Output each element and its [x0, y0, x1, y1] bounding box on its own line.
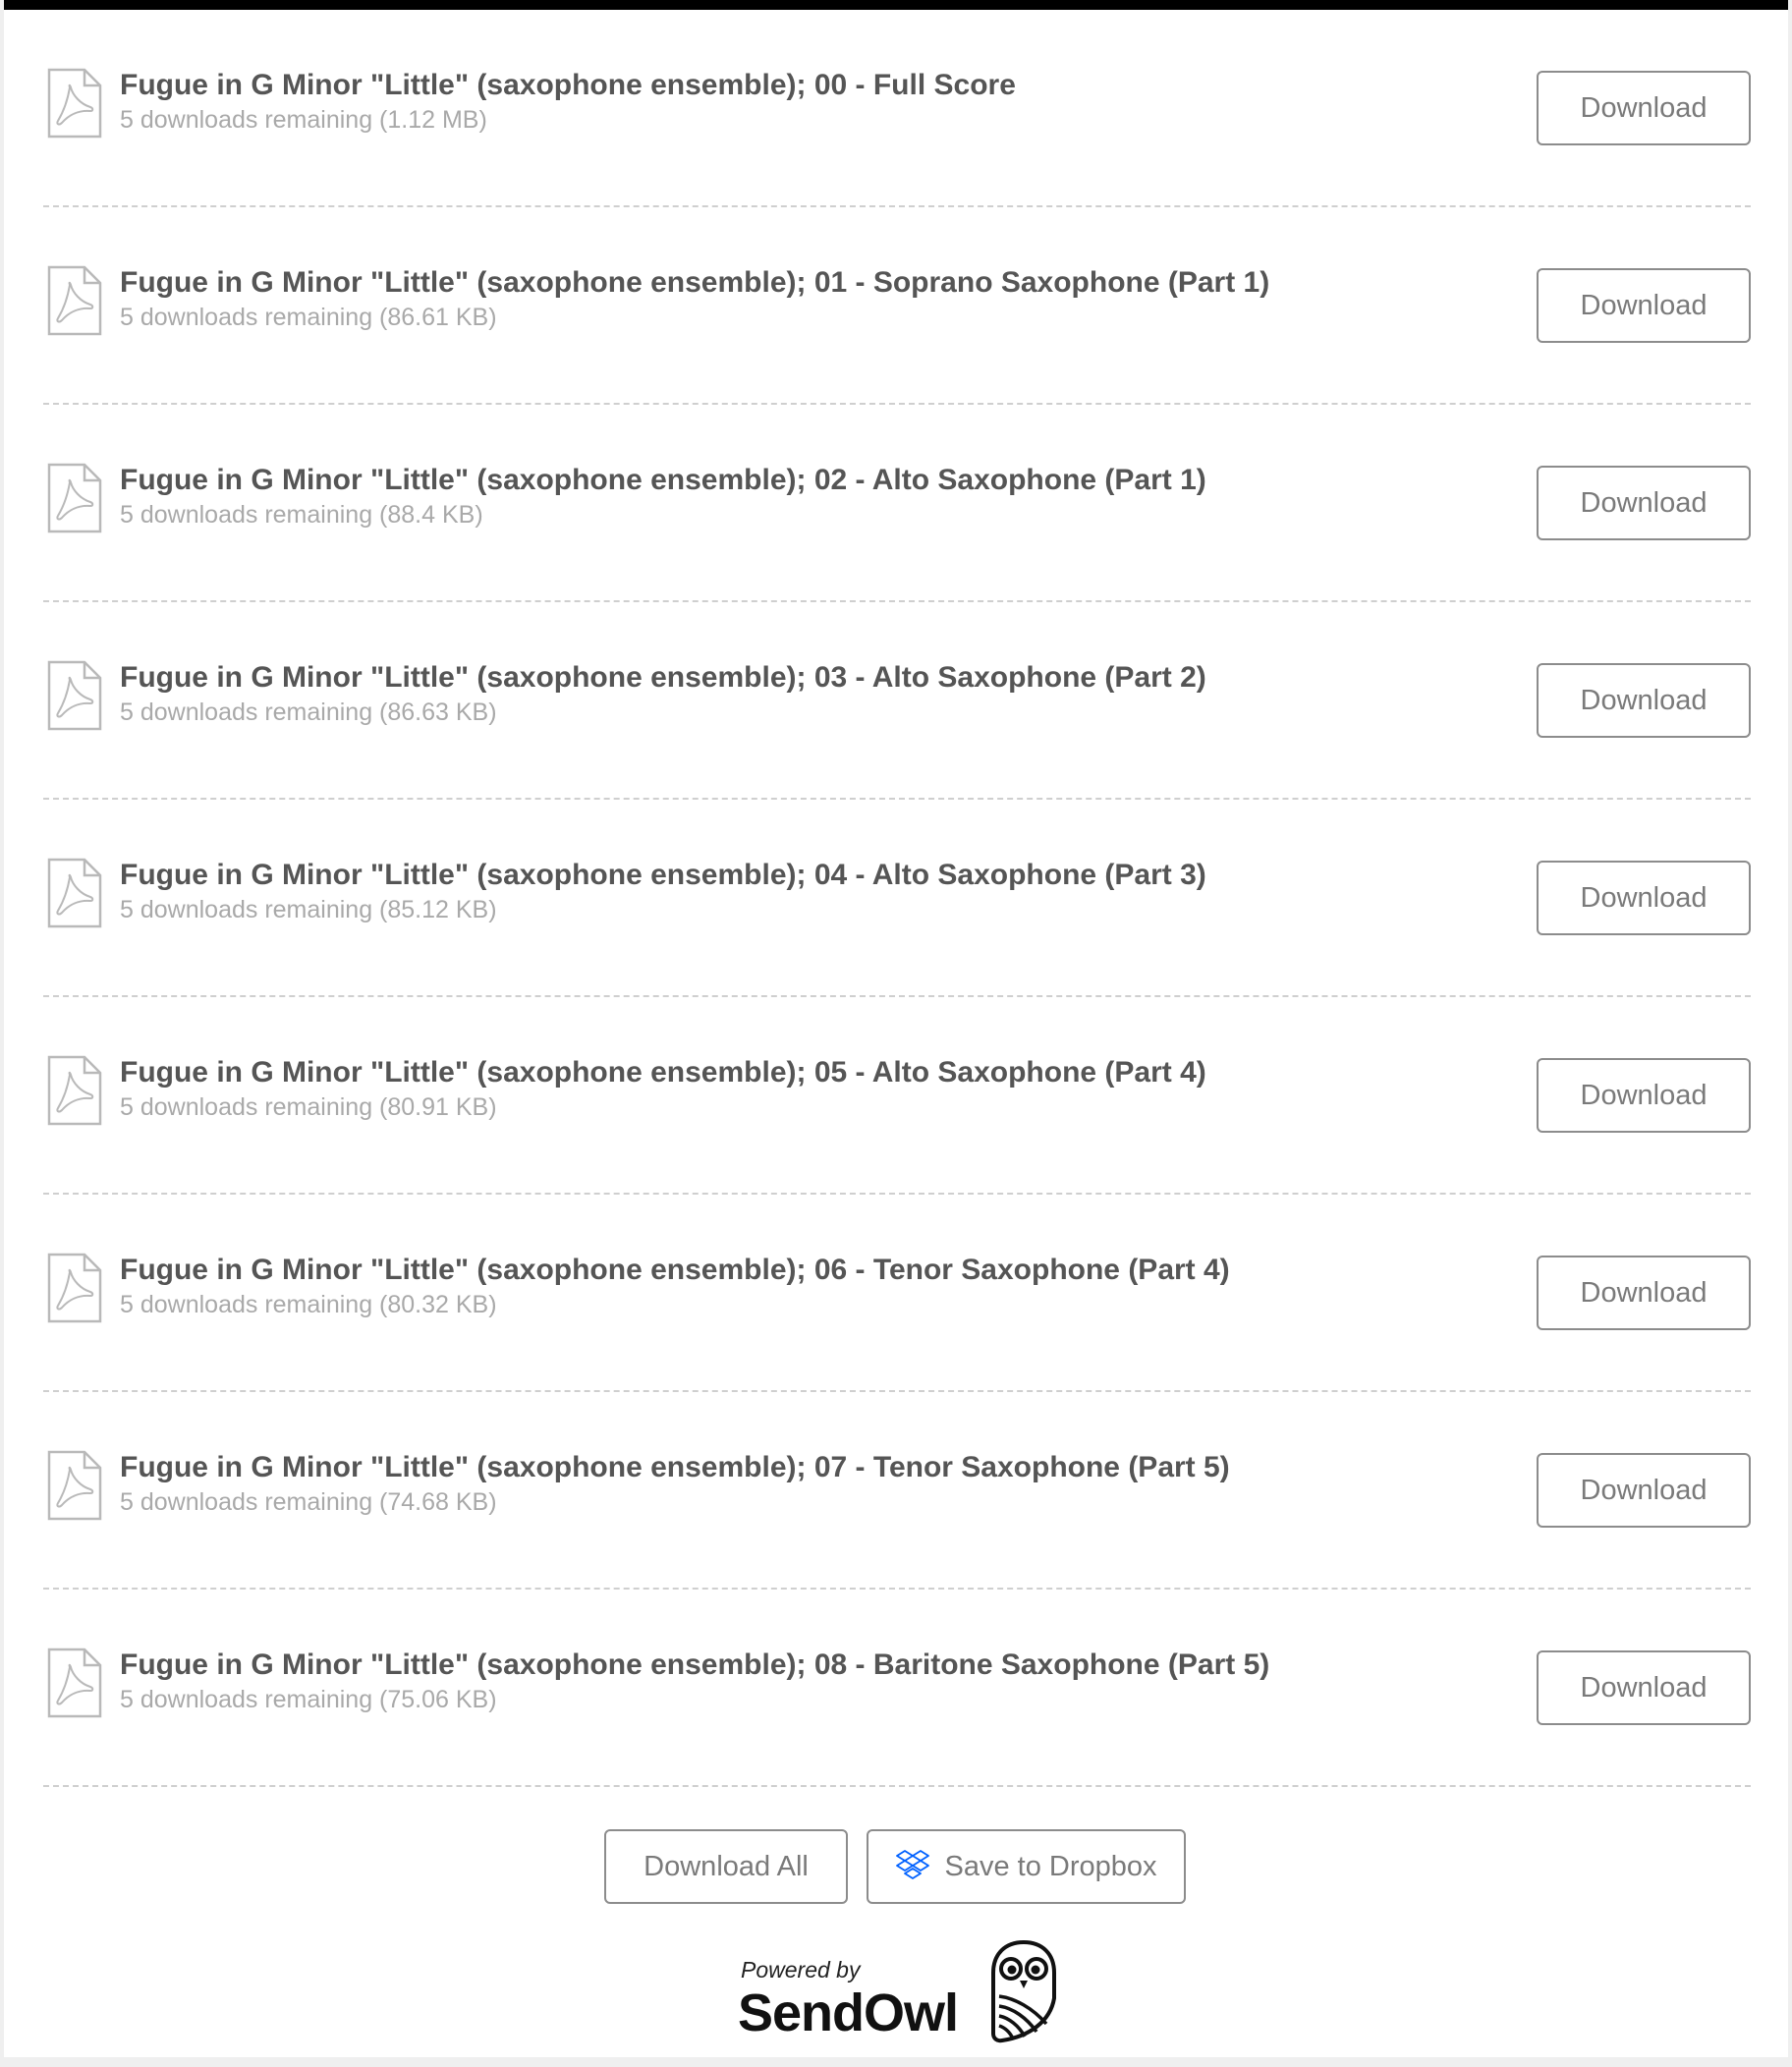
- pdf-file-icon: [47, 1648, 102, 1718]
- file-row: Fugue in G Minor "Little" (saxophone ens…: [43, 10, 1751, 207]
- pdf-file-icon: [47, 660, 102, 731]
- download-button[interactable]: Download: [1537, 663, 1751, 738]
- file-meta: 5 downloads remaining (86.61 KB): [120, 304, 497, 331]
- file-row: Fugue in G Minor "Little" (saxophone ens…: [43, 1590, 1751, 1787]
- download-all-button[interactable]: Download All: [604, 1829, 848, 1904]
- file-title: Fugue in G Minor "Little" (saxophone ens…: [120, 464, 1206, 496]
- file-title: Fugue in G Minor "Little" (saxophone ens…: [120, 69, 1016, 101]
- download-button[interactable]: Download: [1537, 861, 1751, 935]
- file-row: Fugue in G Minor "Little" (saxophone ens…: [43, 405, 1751, 602]
- pdf-file-icon: [47, 463, 102, 533]
- file-title: Fugue in G Minor "Little" (saxophone ens…: [120, 1056, 1206, 1089]
- save-to-dropbox-button[interactable]: Save to Dropbox: [867, 1829, 1186, 1904]
- pdf-file-icon: [47, 1253, 102, 1323]
- download-all-label: Download All: [644, 1850, 809, 1882]
- pdf-file-icon: [47, 68, 102, 139]
- file-row: Fugue in G Minor "Little" (saxophone ens…: [43, 602, 1751, 800]
- pdf-file-icon: [47, 858, 102, 928]
- file-title: Fugue in G Minor "Little" (saxophone ens…: [120, 266, 1270, 299]
- file-meta: 5 downloads remaining (74.68 KB): [120, 1488, 497, 1516]
- file-list: Fugue in G Minor "Little" (saxophone ens…: [43, 10, 1751, 1787]
- file-row: Fugue in G Minor "Little" (saxophone ens…: [43, 207, 1751, 405]
- pdf-file-icon: [47, 1450, 102, 1521]
- file-meta: 5 downloads remaining (86.63 KB): [120, 698, 497, 726]
- file-meta: 5 downloads remaining (80.32 KB): [120, 1291, 497, 1318]
- file-row: Fugue in G Minor "Little" (saxophone ens…: [43, 1392, 1751, 1590]
- save-to-dropbox-label: Save to Dropbox: [944, 1850, 1157, 1882]
- downloads-panel: Fugue in G Minor "Little" (saxophone ens…: [4, 0, 1788, 2057]
- download-button[interactable]: Download: [1537, 1256, 1751, 1330]
- file-row: Fugue in G Minor "Little" (saxophone ens…: [43, 997, 1751, 1195]
- file-row: Fugue in G Minor "Little" (saxophone ens…: [43, 1195, 1751, 1392]
- file-title: Fugue in G Minor "Little" (saxophone ens…: [120, 661, 1206, 694]
- download-button[interactable]: Download: [1537, 1058, 1751, 1133]
- file-meta: 5 downloads remaining (80.91 KB): [120, 1093, 497, 1121]
- file-meta: 5 downloads remaining (88.4 KB): [120, 501, 483, 529]
- download-button[interactable]: Download: [1537, 268, 1751, 343]
- file-meta: 5 downloads remaining (1.12 MB): [120, 106, 487, 134]
- brand-name: SendOwl: [738, 1983, 959, 2042]
- download-button[interactable]: Download: [1537, 1453, 1751, 1528]
- file-meta: 5 downloads remaining (85.12 KB): [120, 896, 497, 923]
- bulk-actions: Download All Save to Dropbox: [4, 1819, 1788, 1904]
- file-row: Fugue in G Minor "Little" (saxophone ens…: [43, 800, 1751, 997]
- file-title: Fugue in G Minor "Little" (saxophone ens…: [120, 1451, 1230, 1483]
- file-title: Fugue in G Minor "Little" (saxophone ens…: [120, 859, 1206, 891]
- sendowl-branding[interactable]: Powered by SendOwl: [736, 1935, 1070, 2049]
- dropbox-icon: [896, 1850, 930, 1879]
- powered-by-text: Powered by: [741, 1957, 861, 1983]
- pdf-file-icon: [47, 265, 102, 336]
- download-button[interactable]: Download: [1537, 71, 1751, 145]
- file-title: Fugue in G Minor "Little" (saxophone ens…: [120, 1254, 1230, 1286]
- pdf-file-icon: [47, 1055, 102, 1126]
- owl-logo-icon: [991, 1939, 1056, 2043]
- file-meta: 5 downloads remaining (75.06 KB): [120, 1686, 497, 1713]
- download-button[interactable]: Download: [1537, 1650, 1751, 1725]
- file-title: Fugue in G Minor "Little" (saxophone ens…: [120, 1648, 1270, 1681]
- download-button[interactable]: Download: [1537, 466, 1751, 540]
